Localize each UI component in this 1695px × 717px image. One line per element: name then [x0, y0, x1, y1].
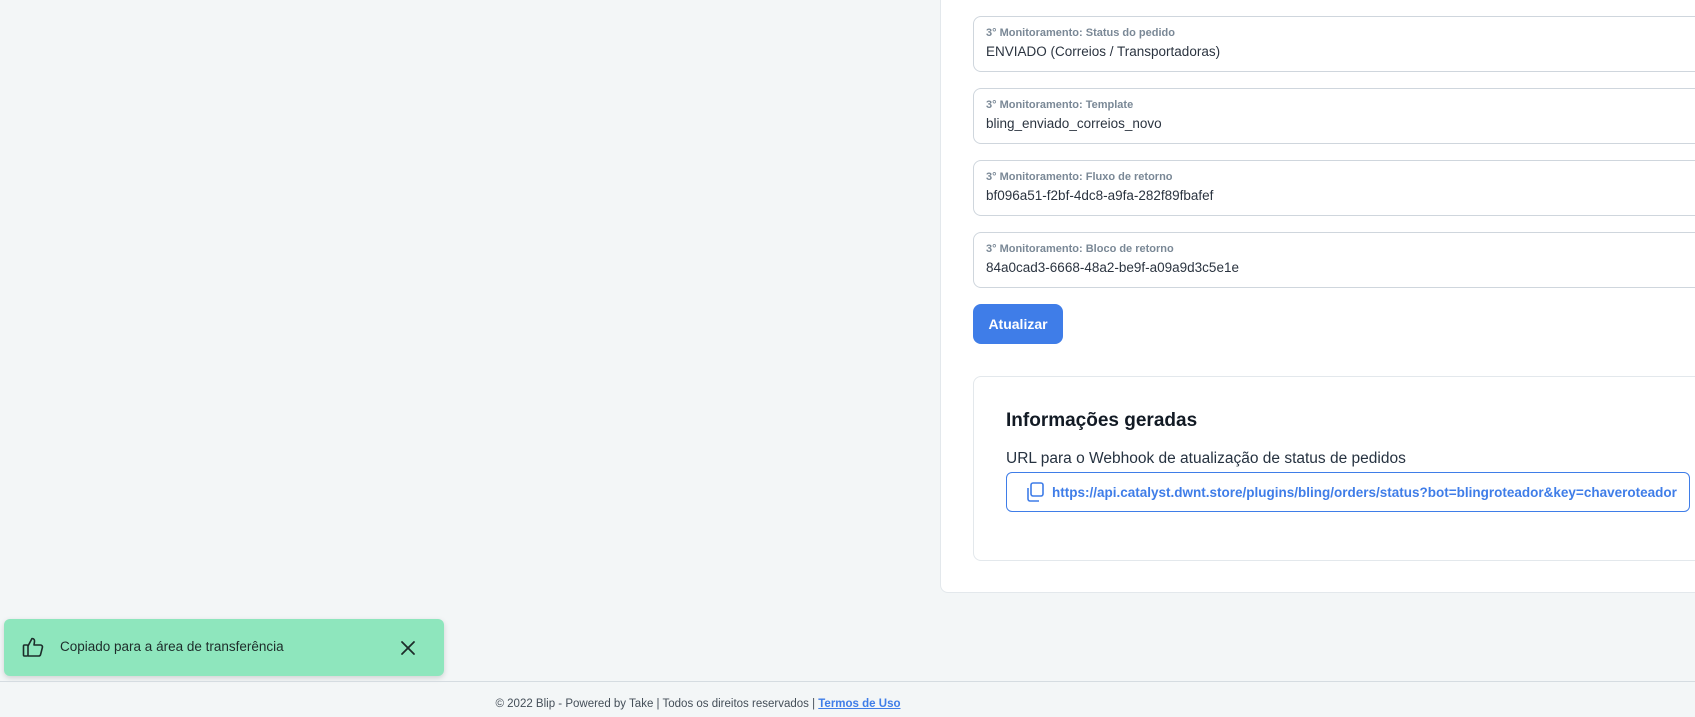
return-flow-field-value: bf096a51-f2bf-4dc8-a9fa-282f89fbafef	[986, 188, 1214, 203]
copied-toast: Copiado para a área de transferência	[4, 619, 444, 676]
return-block-field-value: 84a0cad3-6668-48a2-be9f-a09a9d3c5e1e	[986, 260, 1239, 275]
status-field-value: ENVIADO (Correios / Transportadoras)	[986, 44, 1221, 59]
footer-copyright: © 2022 Blip - Powered by Take | Todos os…	[495, 698, 819, 710]
footer-divider	[0, 681, 1695, 682]
template-field[interactable]: 3° Monitoramento: Template bling_enviado…	[973, 88, 1695, 144]
generated-info-title: Informações geradas	[1006, 410, 1198, 431]
webhook-url-copy-button[interactable]: https://api.catalyst.dwnt.store/plugins/…	[1006, 472, 1690, 512]
webhook-url-text: https://api.catalyst.dwnt.store/plugins/…	[1052, 484, 1677, 500]
return-flow-field-label: 3° Monitoramento: Fluxo de retorno	[986, 171, 1173, 183]
status-field-label: 3° Monitoramento: Status do pedido	[986, 27, 1175, 39]
template-field-value: bling_enviado_correios_novo	[986, 116, 1162, 131]
return-block-field-label: 3° Monitoramento: Bloco de retorno	[986, 243, 1174, 255]
generated-info-panel: Informações geradas URL para o Webhook d…	[973, 376, 1695, 561]
thumbs-up-icon	[21, 635, 45, 659]
copy-icon	[1024, 481, 1046, 503]
status-field[interactable]: 3° Monitoramento: Status do pedido ENVIA…	[973, 16, 1695, 72]
return-flow-field[interactable]: 3° Monitoramento: Fluxo de retorno bf096…	[973, 160, 1695, 216]
webhook-url-label: URL para o Webhook de atualização de sta…	[1006, 450, 1406, 467]
return-block-field[interactable]: 3° Monitoramento: Bloco de retorno 84a0c…	[973, 232, 1695, 288]
template-field-label: 3° Monitoramento: Template	[986, 99, 1134, 111]
terms-of-use-link[interactable]: Termos de Uso	[818, 698, 900, 710]
toast-message: Copiado para a área de transferência	[60, 639, 284, 654]
footer: © 2022 Blip - Powered by Take | Todos os…	[0, 698, 1396, 710]
update-button[interactable]: Atualizar	[973, 304, 1063, 344]
close-icon[interactable]	[397, 637, 419, 659]
